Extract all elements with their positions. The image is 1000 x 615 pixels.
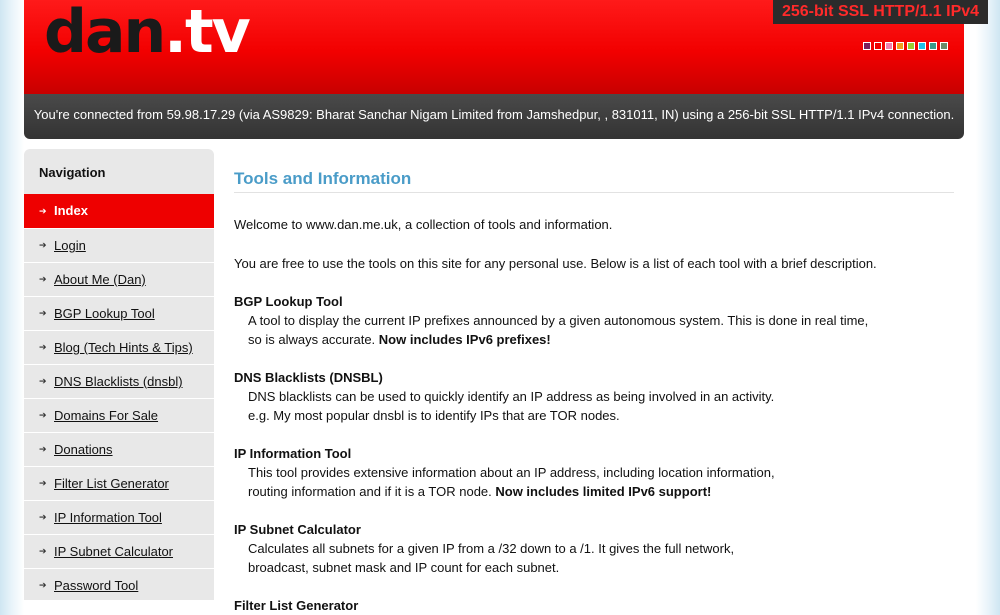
tool-description-line: broadcast, subnet mask and IP count for …: [248, 560, 560, 575]
intro-usage: You are free to use the tools on this si…: [234, 256, 877, 271]
chevron-right-icon: ➔: [39, 444, 47, 454]
sidebar-item-ip-information-tool[interactable]: ➔ IP Information Tool: [24, 500, 214, 534]
tool-description-line: This tool provides extensive information…: [248, 465, 775, 480]
sidebar-item-login[interactable]: ➔ Login: [24, 228, 214, 262]
chevron-right-icon: ➔: [39, 376, 47, 386]
chevron-right-icon: ➔: [39, 512, 47, 522]
tool-description-line: routing information and if it is a TOR n…: [248, 482, 954, 501]
tool-entry-ip-information: IP Information Tool This tool provides e…: [234, 444, 954, 501]
sidebar-item-password-tool[interactable]: ➔ Password Tool: [24, 568, 214, 600]
chevron-right-icon: ➔: [39, 206, 47, 216]
page-title: Tools and Information: [234, 160, 954, 193]
chevron-right-icon: ➔: [39, 308, 47, 318]
navigation-title: Navigation: [39, 165, 106, 180]
connection-type-badge: 256-bit SSL HTTP/1.1 IPv4: [773, 0, 988, 24]
theme-swatch[interactable]: [874, 42, 882, 50]
tool-name: BGP Lookup Tool: [234, 294, 343, 309]
sidebar-item-index[interactable]: ➔ Index: [24, 194, 214, 228]
theme-swatch[interactable]: [885, 42, 893, 50]
tool-description-text: so is always accurate.: [248, 332, 379, 347]
logo-main: dan: [44, 0, 166, 67]
tool-entry-dns-blacklists: DNS Blacklists (DNSBL) DNS blacklists ca…: [234, 368, 954, 425]
tool-entry-ip-subnet-calculator: IP Subnet Calculator Calculates all subn…: [234, 520, 954, 577]
sidebar-item-label[interactable]: Login: [54, 229, 86, 262]
navigation-sidebar: Navigation ➔ Index ➔ Login ➔ About Me (D…: [24, 149, 214, 600]
theme-color-swatches: [863, 42, 948, 50]
sidebar-item-label[interactable]: IP Subnet Calculator: [54, 535, 173, 568]
theme-swatch[interactable]: [929, 42, 937, 50]
chevron-right-icon: ➔: [39, 410, 47, 420]
tool-description-text: routing information and if it is a TOR n…: [248, 484, 496, 499]
tool-highlight: Now includes IPv6 prefixes!: [378, 332, 551, 347]
theme-swatch[interactable]: [918, 42, 926, 50]
tool-description: Calculates all subnets for a given IP fr…: [234, 539, 954, 577]
tool-description-line: e.g. My most popular dnsbl is to identif…: [248, 408, 620, 423]
sidebar-item-dns-blacklists[interactable]: ➔ DNS Blacklists (dnsbl): [24, 364, 214, 398]
tool-description: DNS blacklists can be used to quickly id…: [234, 387, 954, 425]
intro-welcome: Welcome to www.dan.me.uk, a collection o…: [234, 217, 613, 232]
connection-message: You're connected from 59.98.17.29 (via A…: [33, 107, 955, 122]
tool-highlight: Now includes limited IPv6 support!: [495, 484, 712, 499]
tool-description-line: A tool to display the current IP prefixe…: [248, 313, 869, 328]
sidebar-item-ip-subnet-calculator[interactable]: ➔ IP Subnet Calculator: [24, 534, 214, 568]
sidebar-item-label[interactable]: Domains For Sale: [54, 399, 158, 432]
main-content: Tools and Information Welcome to www.dan…: [234, 160, 954, 615]
sidebar-item-donations[interactable]: ➔ Donations: [24, 432, 214, 466]
tool-name: IP Subnet Calculator: [234, 522, 361, 537]
sidebar-item-label[interactable]: About Me (Dan): [54, 263, 146, 296]
sidebar-item-label[interactable]: Filter List Generator: [54, 467, 169, 500]
sidebar-item-filter-list-generator[interactable]: ➔ Filter List Generator: [24, 466, 214, 500]
sidebar-item-blog[interactable]: ➔ Blog (Tech Hints & Tips): [24, 330, 214, 364]
tool-entry-bgp-lookup: BGP Lookup Tool A tool to display the cu…: [234, 292, 954, 349]
sidebar-item-label[interactable]: Password Tool: [54, 569, 138, 600]
sidebar-item-label[interactable]: BGP Lookup Tool: [54, 297, 155, 330]
sidebar-item-label[interactable]: DNS Blacklists (dnsbl): [54, 365, 183, 398]
connection-info-bar: You're connected from 59.98.17.29 (via A…: [24, 94, 964, 139]
tool-description-line: so is always accurate. Now includes IPv6…: [248, 330, 954, 349]
tool-name: IP Information Tool: [234, 446, 352, 461]
chevron-right-icon: ➔: [39, 546, 47, 556]
chevron-right-icon: ➔: [39, 240, 47, 250]
chevron-right-icon: ➔: [39, 342, 47, 352]
theme-swatch[interactable]: [940, 42, 948, 50]
tool-description: This tool provides extensive information…: [234, 463, 954, 501]
sidebar-item-label[interactable]: Index: [54, 194, 88, 228]
chevron-right-icon: ➔: [39, 580, 47, 590]
logo-suffix: tv: [184, 0, 251, 67]
site-logo[interactable]: dan.tv: [44, 2, 251, 62]
logo-dot: .: [164, 0, 187, 67]
tool-name: DNS Blacklists (DNSBL): [234, 370, 383, 385]
navigation-list: ➔ Index ➔ Login ➔ About Me (Dan) ➔ BGP L…: [24, 194, 214, 600]
tool-entry-filter-list-generator: Filter List Generator: [234, 596, 954, 615]
theme-swatch[interactable]: [896, 42, 904, 50]
chevron-right-icon: ➔: [39, 478, 47, 488]
sidebar-item-domains-for-sale[interactable]: ➔ Domains For Sale: [24, 398, 214, 432]
sidebar-item-label[interactable]: Donations: [54, 433, 113, 466]
sidebar-item-label[interactable]: IP Information Tool: [54, 501, 162, 534]
chevron-right-icon: ➔: [39, 274, 47, 284]
sidebar-item-bgp-lookup[interactable]: ➔ BGP Lookup Tool: [24, 296, 214, 330]
tool-name: Filter List Generator: [234, 598, 359, 613]
sidebar-item-about-me[interactable]: ➔ About Me (Dan): [24, 262, 214, 296]
tool-description-line: Calculates all subnets for a given IP fr…: [248, 541, 735, 556]
tool-description: A tool to display the current IP prefixe…: [234, 311, 954, 349]
sidebar-item-label[interactable]: Blog (Tech Hints & Tips): [54, 331, 193, 364]
tool-description-line: DNS blacklists can be used to quickly id…: [248, 389, 775, 404]
theme-swatch[interactable]: [863, 42, 871, 50]
theme-swatch[interactable]: [907, 42, 915, 50]
